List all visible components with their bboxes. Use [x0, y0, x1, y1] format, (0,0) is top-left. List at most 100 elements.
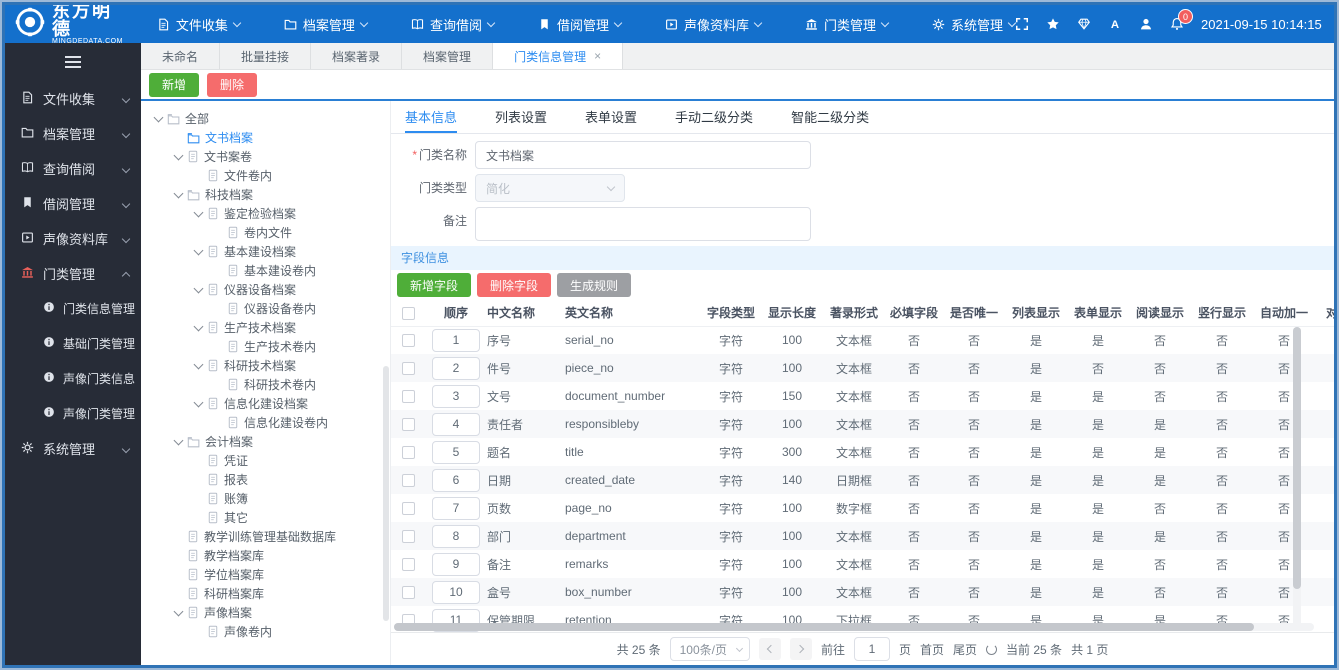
tree-node-生产技术卷内[interactable]: 生产技术卷内 — [141, 337, 390, 356]
window-tab-批量挂接[interactable]: 批量挂接 — [220, 43, 312, 69]
order-input[interactable]: 10 — [432, 580, 480, 604]
tab-智能二级分类[interactable]: 智能二级分类 — [791, 101, 869, 133]
tree-node-会计档案[interactable]: 会计档案 — [141, 432, 390, 451]
tree-node-教学档案库[interactable]: 教学档案库 — [141, 546, 390, 565]
window-tab-门类信息管理[interactable]: 门类信息管理 × — [493, 43, 624, 69]
select-all-checkbox[interactable] — [401, 306, 415, 320]
sidebar-item-media-library[interactable]: 声像资料库 — [5, 221, 141, 256]
tree-node-凭证[interactable]: 凭证 — [141, 451, 390, 470]
generate-rule-button[interactable]: 生成规则 — [557, 273, 632, 297]
tree-node-声像档案[interactable]: 声像档案 — [141, 603, 390, 622]
top-menu-system-manage[interactable]: 系统管理 — [932, 15, 1017, 34]
tree-node-卷内文件[interactable]: 卷内文件 — [141, 223, 390, 242]
tree-node-文书档案[interactable]: 文书档案 — [141, 128, 390, 147]
order-input[interactable]: 2 — [432, 356, 480, 380]
tab-手动二级分类[interactable]: 手动二级分类 — [675, 101, 753, 133]
window-tab-档案著录[interactable]: 档案著录 — [311, 43, 403, 69]
row-checkbox[interactable] — [401, 334, 415, 348]
top-menu-borrow-manage[interactable]: 借阅管理 — [538, 15, 623, 34]
gem-icon[interactable] — [1077, 17, 1091, 31]
tree-node-信息化建设档案[interactable]: 信息化建设档案 — [141, 394, 390, 413]
page-size-select[interactable]: 100条/页 — [669, 637, 750, 661]
window-tab-档案管理[interactable]: 档案管理 — [402, 43, 494, 69]
top-menu-media-library[interactable]: 声像资料库 — [665, 15, 763, 34]
tab-表单设置[interactable]: 表单设置 — [585, 101, 637, 133]
tree-node-鉴定检验档案[interactable]: 鉴定检验档案 — [141, 204, 390, 223]
order-input[interactable]: 9 — [432, 552, 480, 576]
order-input[interactable]: 3 — [432, 384, 480, 408]
sidebar-item-file-collect[interactable]: 文件收集 — [5, 81, 141, 116]
tree-node-生产技术档案[interactable]: 生产技术档案 — [141, 318, 390, 337]
row-checkbox[interactable] — [401, 558, 415, 572]
tab-列表设置[interactable]: 列表设置 — [495, 101, 547, 133]
sidebar-item-system-manage[interactable]: 系统管理 — [5, 431, 141, 466]
category-type-select[interactable]: 简化 — [475, 174, 625, 202]
tree-node-信息化建设卷内[interactable]: 信息化建设卷内 — [141, 413, 390, 432]
tree-node-仪器设备档案[interactable]: 仪器设备档案 — [141, 280, 390, 299]
row-checkbox[interactable] — [401, 362, 415, 376]
sidebar-item-borrow-manage[interactable]: 借阅管理 — [5, 186, 141, 221]
row-checkbox[interactable] — [401, 446, 415, 460]
tree-scrollbar[interactable] — [383, 366, 389, 621]
sidebar-subitem-基础门类管理[interactable]: 基础门类管理 — [5, 326, 141, 361]
table-horizontal-scrollbar[interactable] — [394, 623, 1314, 631]
sidebar-item-archive-manage[interactable]: 档案管理 — [5, 116, 141, 151]
top-menu-file-collect[interactable]: 文件收集 — [157, 15, 242, 34]
sidebar-item-query-borrow[interactable]: 查询借阅 — [5, 151, 141, 186]
star-icon[interactable] — [1046, 17, 1060, 31]
order-input[interactable]: 6 — [432, 468, 480, 492]
tree-node-全部[interactable]: 全部 — [141, 109, 390, 128]
order-input[interactable]: 5 — [432, 440, 480, 464]
tree-node-科研档案库[interactable]: 科研档案库 — [141, 584, 390, 603]
first-page-link[interactable]: 首页 — [920, 641, 944, 658]
order-input[interactable]: 1 — [432, 328, 480, 352]
tree-node-科研技术档案[interactable]: 科研技术档案 — [141, 356, 390, 375]
user-icon[interactable] — [1139, 17, 1153, 31]
tree-node-基本建设卷内[interactable]: 基本建设卷内 — [141, 261, 390, 280]
sidebar-item-category-manage[interactable]: 门类管理 — [5, 256, 141, 291]
hamburger-button[interactable] — [5, 43, 141, 81]
tree-node-基本建设档案[interactable]: 基本建设档案 — [141, 242, 390, 261]
row-checkbox[interactable] — [401, 502, 415, 516]
sidebar-subitem-声像门类信息[interactable]: 声像门类信息 — [5, 361, 141, 396]
prev-page-button[interactable] — [758, 638, 781, 660]
tree-node-科技档案[interactable]: 科技档案 — [141, 185, 390, 204]
order-input[interactable]: 8 — [432, 524, 480, 548]
tree-node-仪器设备卷内[interactable]: 仪器设备卷内 — [141, 299, 390, 318]
tree-node-学位档案库[interactable]: 学位档案库 — [141, 565, 390, 584]
tree-node-科研技术卷内[interactable]: 科研技术卷内 — [141, 375, 390, 394]
bell-icon[interactable]: 0 — [1170, 9, 1194, 31]
tree-node-文件卷内[interactable]: 文件卷内 — [141, 166, 390, 185]
top-menu-category-manage[interactable]: 门类管理 — [805, 15, 890, 34]
delete-button[interactable]: 删除 — [207, 72, 258, 97]
add-field-button[interactable]: 新增字段 — [397, 273, 472, 297]
tree-node-声像卷内[interactable]: 声像卷内 — [141, 622, 390, 641]
remark-textarea[interactable] — [475, 207, 811, 241]
refresh-icon[interactable] — [986, 643, 998, 655]
next-page-button[interactable] — [789, 638, 812, 660]
row-checkbox[interactable] — [401, 530, 415, 544]
tree-node-文书案卷[interactable]: 文书案卷 — [141, 147, 390, 166]
top-menu-query-borrow[interactable]: 查询借阅 — [411, 15, 496, 34]
sidebar-subitem-声像门类管理[interactable]: 声像门类管理 — [5, 396, 141, 431]
tab-基本信息[interactable]: 基本信息 — [405, 101, 458, 133]
window-tab-未命名[interactable]: 未命名 — [141, 43, 221, 69]
order-input[interactable]: 4 — [432, 412, 480, 436]
fullscreen-icon[interactable] — [1015, 17, 1029, 31]
delete-field-button[interactable]: 删除字段 — [477, 273, 552, 297]
row-checkbox[interactable] — [401, 418, 415, 432]
tree-node-账簿[interactable]: 账簿 — [141, 489, 390, 508]
close-icon[interactable]: × — [594, 49, 601, 63]
font-icon[interactable]: A — [1108, 17, 1122, 31]
tree-node-报表[interactable]: 报表 — [141, 470, 390, 489]
table-vertical-scrollbar[interactable] — [1293, 327, 1301, 627]
row-checkbox[interactable] — [401, 390, 415, 404]
category-name-input[interactable] — [475, 141, 811, 169]
order-input[interactable]: 7 — [432, 496, 480, 520]
add-button[interactable]: 新增 — [149, 72, 200, 97]
goto-page-input[interactable] — [853, 637, 890, 661]
row-checkbox[interactable] — [401, 586, 415, 600]
row-checkbox[interactable] — [401, 474, 415, 488]
top-menu-archive-manage[interactable]: 档案管理 — [284, 15, 369, 34]
sidebar-subitem-门类信息管理[interactable]: 门类信息管理 — [5, 291, 141, 326]
